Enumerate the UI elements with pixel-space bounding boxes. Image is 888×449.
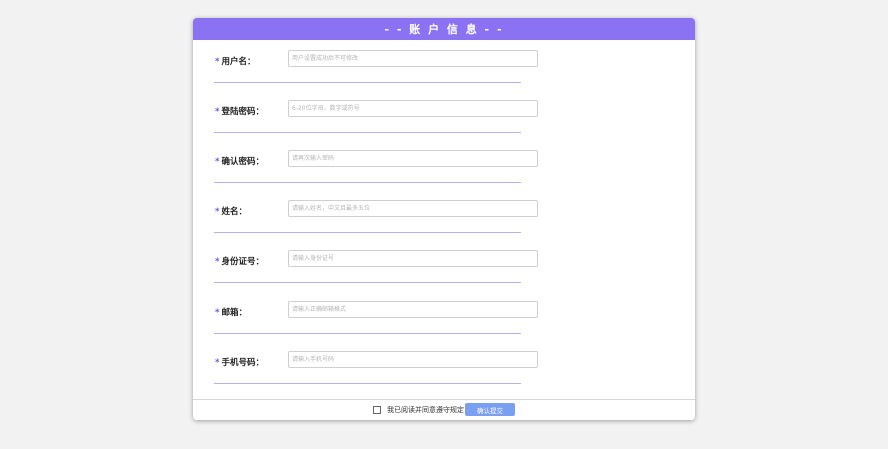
divider bbox=[214, 232, 521, 233]
password-input[interactable] bbox=[288, 100, 538, 117]
email-input[interactable] bbox=[288, 301, 538, 318]
required-star: * bbox=[215, 257, 220, 267]
divider bbox=[214, 333, 521, 334]
divider bbox=[214, 182, 521, 183]
required-star: * bbox=[215, 308, 220, 318]
divider bbox=[214, 132, 521, 133]
confirm-password-input[interactable] bbox=[288, 150, 538, 167]
field-row-username: * 用户名： bbox=[193, 40, 695, 90]
field-row-confirm-password: * 确认密码： bbox=[193, 140, 695, 190]
submit-button[interactable]: 确认提交 bbox=[465, 403, 515, 416]
agree-label: 我已阅读并同意遵守规定 bbox=[387, 406, 464, 414]
field-row-phone: * 手机号码： bbox=[193, 341, 695, 391]
card-header: - - 账 户 信 息 - - bbox=[193, 18, 695, 40]
name-label: * 姓名： bbox=[215, 207, 247, 217]
field-row-name: * 姓名： bbox=[193, 190, 695, 240]
username-input[interactable] bbox=[288, 50, 538, 67]
divider bbox=[214, 82, 521, 83]
divider bbox=[214, 383, 521, 384]
username-label: * 用户名： bbox=[215, 57, 256, 67]
agree-terms[interactable]: 我已阅读并同意遵守规定 bbox=[373, 405, 464, 415]
email-label: * 邮箱： bbox=[215, 308, 247, 318]
form-footer: 我已阅读并同意遵守规定 确认提交 bbox=[193, 399, 695, 420]
phone-input[interactable] bbox=[288, 351, 538, 368]
id-number-label: * 身份证号： bbox=[215, 257, 264, 267]
field-row-email: * 邮箱： bbox=[193, 291, 695, 341]
required-star: * bbox=[215, 107, 220, 117]
required-star: * bbox=[215, 358, 220, 368]
divider bbox=[214, 282, 521, 283]
id-number-input[interactable] bbox=[288, 250, 538, 267]
name-input[interactable] bbox=[288, 200, 538, 217]
required-star: * bbox=[215, 157, 220, 167]
password-label: * 登陆密码： bbox=[215, 107, 264, 117]
account-info-card: - - 账 户 信 息 - - *用户名： *登陆密码： *确认密码： *姓名：… bbox=[193, 18, 695, 420]
required-star: * bbox=[215, 207, 220, 217]
agree-checkbox[interactable] bbox=[373, 406, 381, 414]
card-title: - - 账 户 信 息 - - bbox=[384, 23, 504, 36]
field-row-id-number: * 身份证号： bbox=[193, 240, 695, 290]
phone-label: * 手机号码： bbox=[215, 358, 264, 368]
required-star: * bbox=[215, 57, 220, 67]
field-row-password: * 登陆密码： bbox=[193, 90, 695, 140]
confirm-password-label: * 确认密码： bbox=[215, 157, 264, 167]
